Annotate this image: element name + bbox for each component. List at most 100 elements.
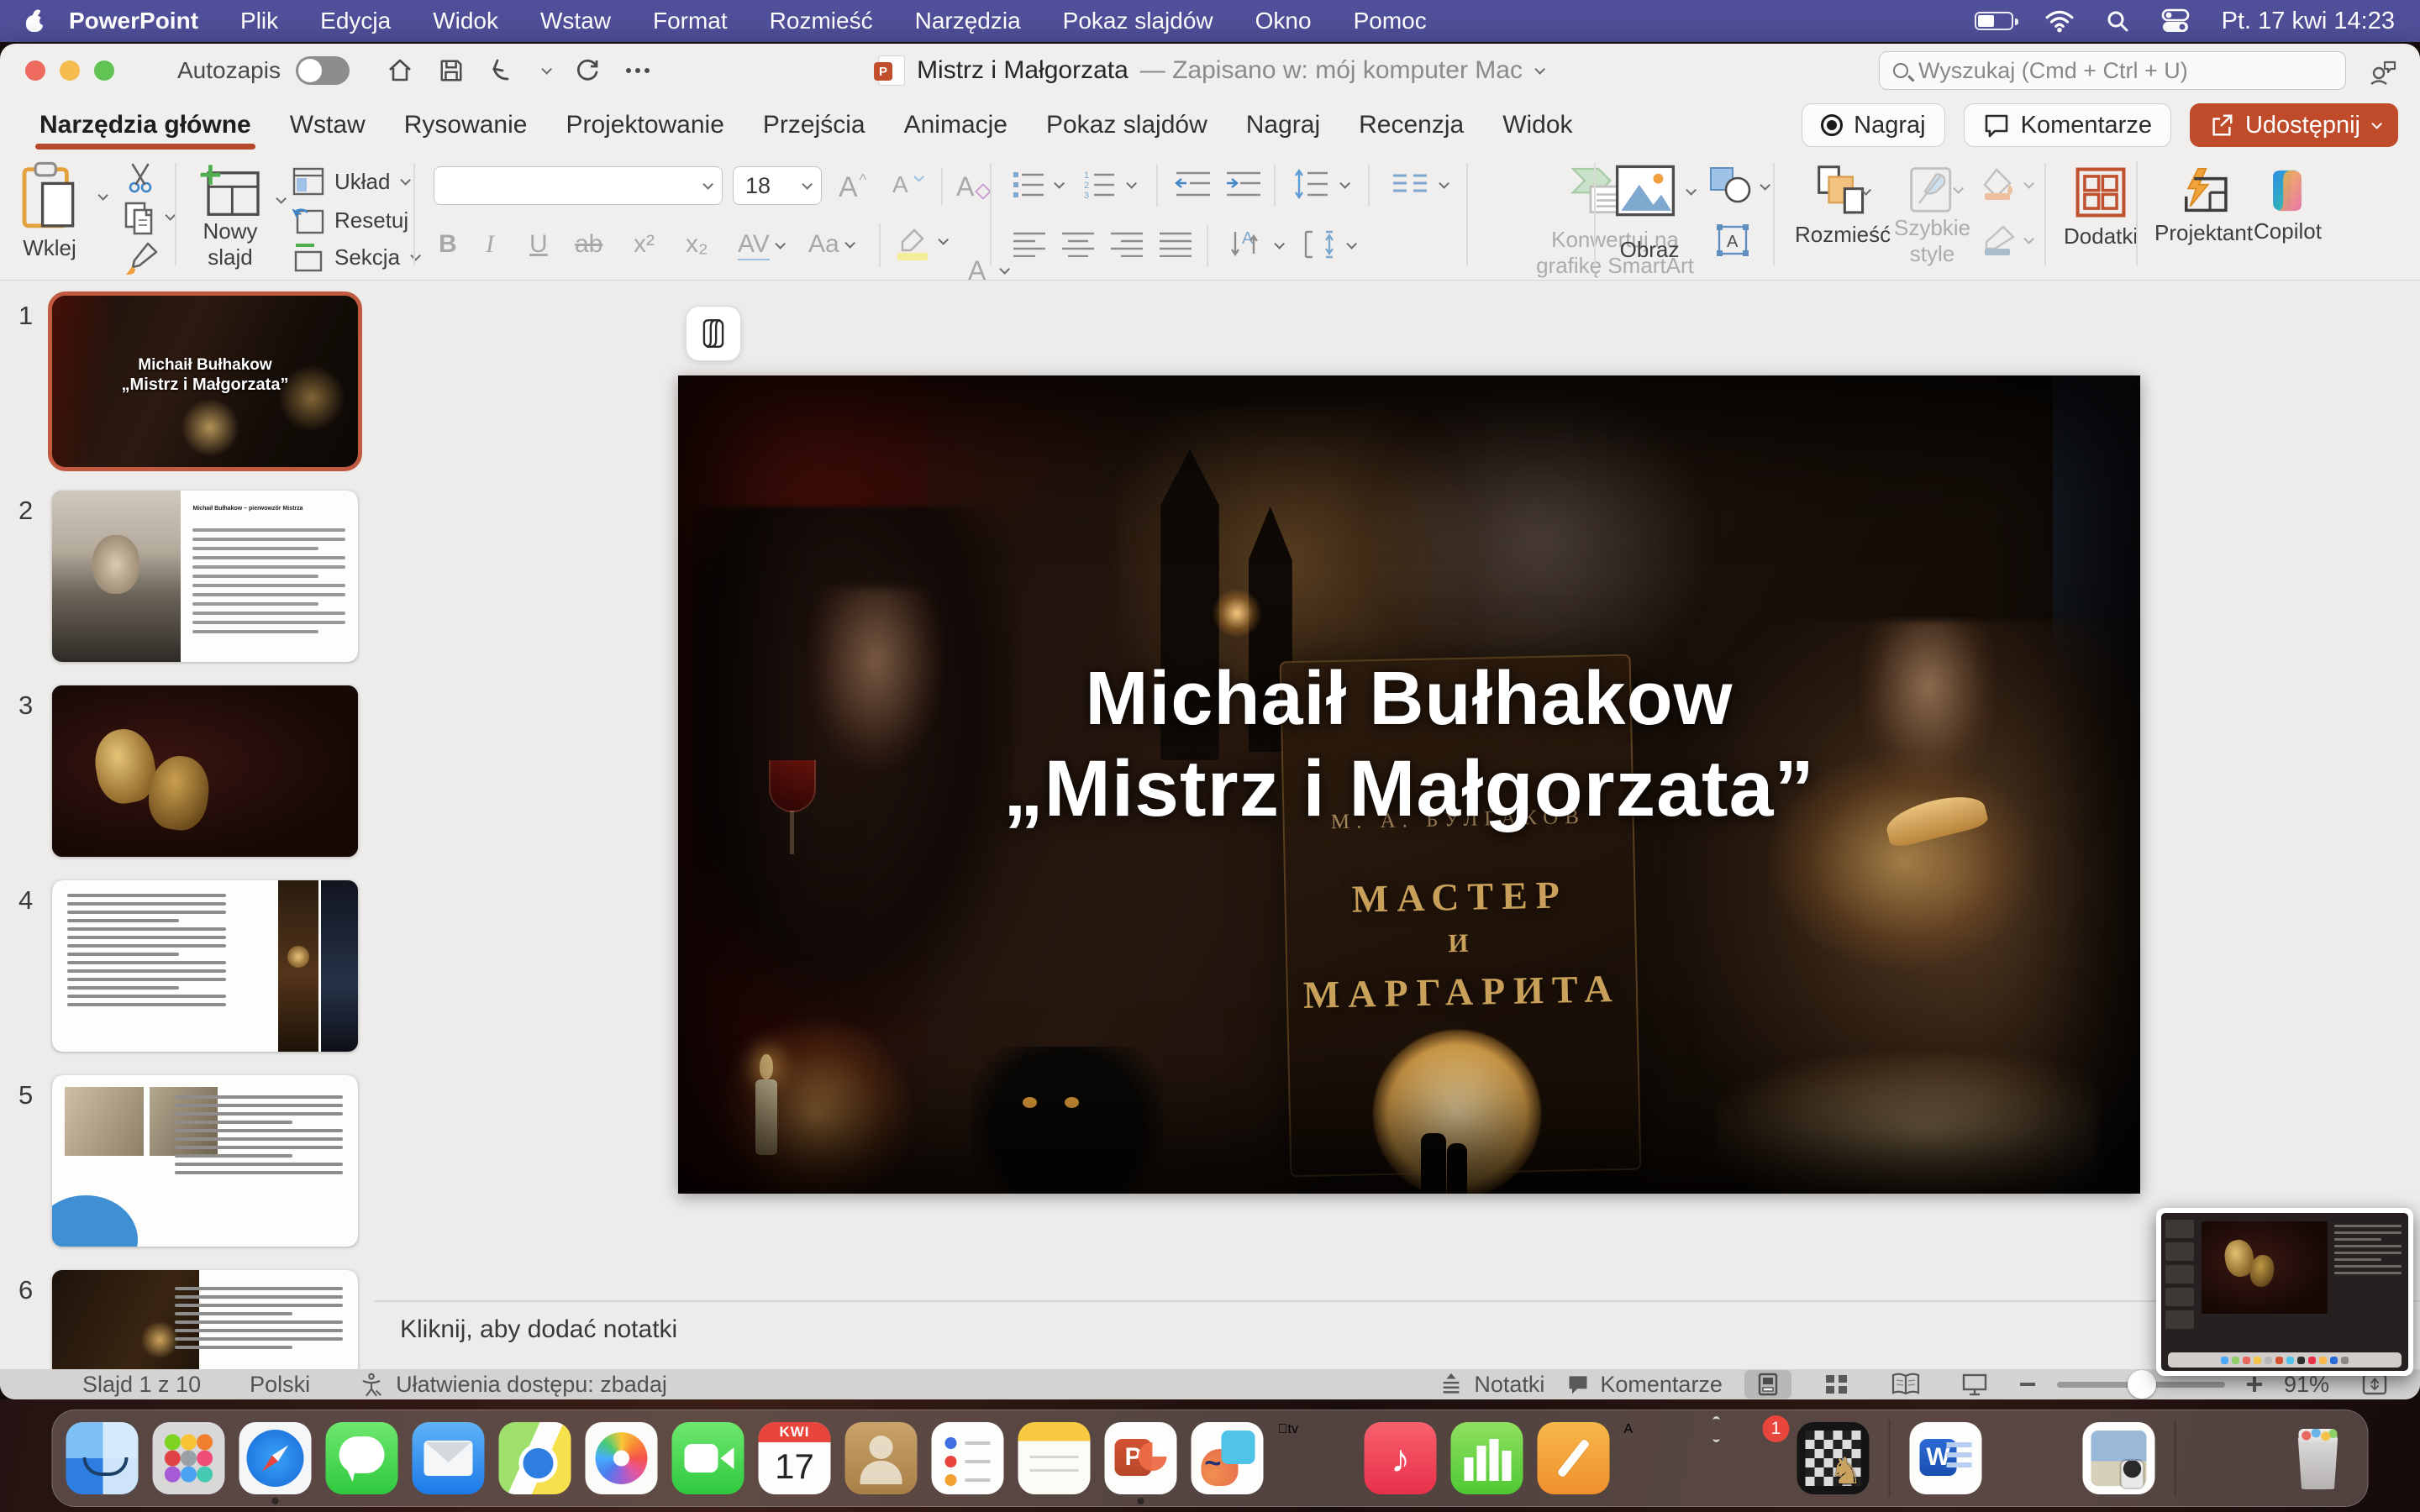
dock-icon-apple-tv[interactable]: tv [1278, 1422, 1350, 1494]
decrease-font-size-button[interactable]: A [892, 171, 921, 198]
tab-widok[interactable]: Widok [1483, 97, 1591, 153]
new-slide-button[interactable]: Nowyslajd [198, 163, 262, 270]
font-size-select[interactable]: 18 [733, 166, 822, 205]
increase-font-size-button[interactable]: A^ [839, 171, 866, 204]
undo-dropdown-icon[interactable] [541, 64, 552, 75]
dock-icon-libreoffice[interactable] [1996, 1422, 2069, 1494]
title-dropdown-icon[interactable] [1534, 64, 1545, 75]
comments-toggle-button[interactable]: Komentarze [1566, 1372, 1723, 1398]
cut-icon[interactable] [126, 161, 160, 195]
italic-button[interactable]: I [486, 230, 494, 259]
dock-icon-word[interactable]: W [1910, 1422, 1982, 1494]
search-box[interactable] [1879, 51, 2346, 90]
slide-sorter-icon[interactable] [1813, 1370, 1860, 1399]
character-spacing-button[interactable]: AV [738, 230, 782, 260]
align-text-vertical-button[interactable] [1301, 228, 1338, 260]
document-title-area[interactable]: Mistrz i Małgorzata — Zapisano w: mój ko… [878, 44, 1542, 97]
font-name-select[interactable] [434, 166, 723, 205]
notes-toggle-button[interactable]: Notatki [1439, 1372, 1544, 1398]
section-button[interactable]: Sekcja [292, 239, 418, 276]
menu-item-wstaw[interactable]: Wstaw [519, 8, 632, 34]
home-icon[interactable] [387, 57, 413, 84]
line-spacing-dropdown-icon[interactable] [1339, 178, 1350, 189]
accessibility-check[interactable]: Ułatwienia dostępu: zbadaj [359, 1372, 667, 1398]
quick-styles-button[interactable]: Szybkiestyle [1894, 166, 1970, 267]
bullet-list-dropdown-icon[interactable] [1054, 178, 1065, 189]
menu-item-rozmieść[interactable]: Rozmieść [749, 8, 894, 34]
bullet-list-button[interactable] [1012, 170, 1045, 200]
strikethrough-button[interactable]: ab [575, 230, 602, 259]
dock-icon-safari[interactable] [239, 1422, 312, 1494]
columns-dropdown-icon[interactable] [1439, 178, 1449, 189]
reading-view-icon[interactable] [1882, 1370, 1929, 1399]
notes-placeholder[interactable]: Kliknij, aby dodać notatki [400, 1315, 677, 1344]
tab-narzędzia-główne[interactable]: Narzędzia główne [20, 97, 271, 153]
tab-recenzja[interactable]: Recenzja [1339, 97, 1483, 153]
more-toolbar-icon[interactable] [626, 68, 650, 73]
zoom-in-button[interactable] [2247, 1377, 2262, 1392]
dock-icon-app-store[interactable]: A [1624, 1422, 1697, 1494]
close-window-button[interactable] [25, 60, 45, 81]
align-right-button[interactable] [1109, 230, 1144, 257]
new-slide-dropdown-icon[interactable] [276, 193, 287, 204]
dock-icon-messages[interactable] [326, 1422, 398, 1494]
change-case-button[interactable]: Aa [808, 230, 852, 259]
control-center-icon[interactable] [2161, 8, 2190, 34]
menu-bar-clock[interactable]: Pt. 17 kwi 14:23 [2222, 8, 2395, 35]
dock-icon-pages[interactable] [1538, 1422, 1610, 1494]
tab-animacje[interactable]: Animacje [885, 97, 1027, 153]
increase-indent-button[interactable] [1225, 170, 1262, 200]
copilot-floating-button[interactable] [686, 306, 741, 361]
shapes-icon[interactable] [1709, 166, 1753, 205]
menu-item-pokaz-slajdów[interactable]: Pokaz slajdów [1042, 8, 1234, 34]
dock-icon-music[interactable]: ♪ [1365, 1422, 1437, 1494]
zoom-slider-knob[interactable] [2128, 1370, 2156, 1399]
format-painter-icon[interactable] [123, 240, 160, 276]
slide-thumbnail-2[interactable]: Michaił Bułhakow – pierwowzór Mistrza [52, 491, 358, 662]
slide-title-line2[interactable]: „Mistrz i Małgorzata” [678, 743, 2140, 835]
slide-thumbnail-1[interactable]: Michaił Bułhakow„Mistrz i Małgorzata” [52, 296, 358, 467]
autosave-toggle[interactable] [296, 56, 350, 85]
menu-item-widok[interactable]: Widok [412, 8, 519, 34]
notes-divider[interactable] [374, 1300, 2420, 1302]
dock-icon-freeform[interactable]: ~ [1192, 1422, 1264, 1494]
save-icon[interactable] [439, 58, 464, 83]
layout-button[interactable]: Układ [292, 163, 408, 200]
menu-item-pomoc[interactable]: Pomoc [1333, 8, 1448, 34]
superscript-button[interactable]: x² [634, 230, 655, 259]
spotlight-search-icon[interactable] [2106, 9, 2129, 33]
align-center-button[interactable] [1060, 230, 1096, 257]
slide-counter[interactable]: Slajd 1 z 10 [82, 1372, 201, 1398]
menu-item-format[interactable]: Format [632, 8, 749, 34]
tab-nagraj[interactable]: Nagraj [1227, 97, 1339, 153]
addins-button[interactable]: Dodatki [2064, 166, 2138, 249]
slide-thumbnail-4[interactable] [52, 880, 358, 1052]
menu-item-narzędzia[interactable]: Narzędzia [894, 8, 1042, 34]
dock-icon-preview[interactable] [2083, 1422, 2155, 1494]
line-spacing-button[interactable] [1292, 168, 1329, 202]
dock-icon-photos[interactable] [586, 1422, 658, 1494]
tab-przejścia[interactable]: Przejścia [744, 97, 885, 153]
dock-icon-launchpad[interactable] [153, 1422, 225, 1494]
numbered-list-button[interactable]: 123 [1082, 170, 1116, 200]
dock-icon-system-settings[interactable]: 1 [1711, 1422, 1783, 1494]
dock-icon-contacts[interactable] [845, 1422, 918, 1494]
menu-item-powerpoint[interactable]: PowerPoint [69, 8, 219, 34]
wifi-icon[interactable] [2045, 9, 2074, 33]
apple-menu-icon[interactable] [24, 10, 45, 32]
picture-icon[interactable] [1615, 165, 1676, 217]
redo-icon[interactable] [574, 57, 601, 84]
dock-icon-powerpoint[interactable]: P [1105, 1422, 1177, 1494]
paste-dropdown-icon[interactable] [97, 190, 108, 201]
zoom-slider[interactable] [2057, 1382, 2225, 1388]
align-left-button[interactable] [1012, 230, 1047, 257]
dock-icon-numbers[interactable] [1451, 1422, 1523, 1494]
slide-1-editor[interactable]: М. А. БУЛГАКОВ МАСТЕР И МАРГАРИТА Michai… [678, 375, 2140, 1194]
menu-item-okno[interactable]: Okno [1234, 8, 1333, 34]
shapes-dropdown-icon[interactable] [1760, 180, 1770, 191]
tab-pokaz-slajdów[interactable]: Pokaz slajdów [1027, 97, 1227, 153]
copy-icon[interactable] [123, 200, 158, 237]
reset-button[interactable]: Resetuj [292, 202, 408, 239]
dock-icon-facetime[interactable] [672, 1422, 744, 1494]
undo-icon[interactable] [489, 57, 516, 84]
